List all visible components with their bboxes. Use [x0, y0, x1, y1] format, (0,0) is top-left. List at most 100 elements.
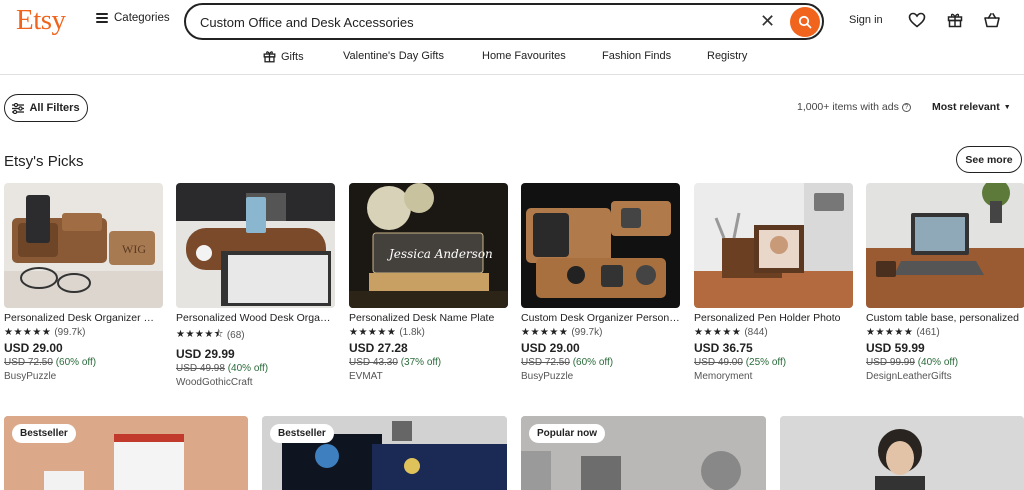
product-original-price: USD 43.30 (37% off) — [349, 357, 508, 368]
cart-bag-icon[interactable] — [982, 10, 1002, 30]
star-rating-icon: ★★★★★ — [521, 327, 569, 338]
review-count: (461) — [916, 327, 940, 338]
product-title[interactable]: Custom Desk Organizer Personalized — [521, 312, 680, 324]
star-rating-icon: ★★★★⯪ — [176, 329, 224, 340]
product-image[interactable]: Jessica Anderson — [349, 183, 508, 308]
all-filters-button[interactable]: All Filters — [4, 94, 88, 122]
header: Etsy Categories ✕ Sign in — [0, 0, 1024, 42]
product-rating: ★★★★★ (99.7k) — [4, 327, 163, 338]
product-rating: ★★★★⯪ (68) — [176, 327, 335, 344]
gift-icon — [263, 51, 276, 63]
product-title[interactable]: Custom table base, personalized — [866, 312, 1024, 324]
product-image[interactable] — [521, 183, 680, 308]
discount: (60% off) — [55, 357, 97, 368]
shop-name[interactable]: EVMAT — [349, 371, 508, 382]
original-price: USD 72.50 — [4, 357, 53, 368]
gift-icon[interactable] — [945, 10, 965, 30]
listing-card[interactable]: Popular now — [521, 416, 766, 490]
shop-name[interactable]: Memoryment — [694, 371, 853, 382]
product-title[interactable]: Personalized Wood Desk Organizer — [176, 312, 335, 324]
sort-label: Most relevant — [932, 101, 1000, 113]
shop-name[interactable]: DesignLeatherGifts — [866, 371, 1024, 382]
subnav-valentines[interactable]: Valentine's Day Gifts — [343, 50, 444, 62]
svg-text:Jessica Anderson: Jessica Anderson — [386, 247, 493, 261]
subnav-registry[interactable]: Registry — [707, 50, 747, 62]
product-image[interactable] — [866, 183, 1024, 308]
shop-name[interactable]: BusyPuzzle — [4, 371, 163, 382]
subnav-fashion-finds[interactable]: Fashion Finds — [602, 50, 671, 62]
items-count: 1,000+ items with ads ? — [797, 101, 911, 113]
product-card[interactable]: WIG Personalized Desk Organizer Wood ★★★… — [4, 183, 163, 382]
product-rating: ★★★★★ (1.8k) — [349, 327, 508, 338]
search-bar: ✕ — [184, 3, 824, 40]
product-price: USD 29.00 — [4, 341, 63, 355]
filter-sliders-icon — [12, 102, 25, 114]
listing-card[interactable]: Bestseller — [262, 416, 507, 490]
etsy-logo[interactable]: Etsy — [16, 4, 66, 37]
original-price: USD 99.99 — [866, 357, 915, 368]
product-card[interactable]: Personalized Pen Holder Photo ★★★★★ (844)… — [694, 183, 853, 382]
review-count: (99.7k) — [571, 327, 603, 338]
categories-label: Categories — [114, 12, 170, 24]
product-title[interactable]: Personalized Pen Holder Photo — [694, 312, 853, 324]
bestseller-badge: Bestseller — [12, 424, 76, 443]
product-original-price: USD 72.50 (60% off) — [4, 357, 163, 368]
product-price: USD 29.99 — [176, 347, 235, 361]
product-original-price: USD 99.99 (40% off) — [866, 357, 1024, 368]
product-image[interactable]: WIG — [4, 183, 163, 308]
caret-down-icon: ▼ — [1003, 103, 1011, 111]
discount: (25% off) — [745, 357, 787, 368]
sub-navigation: Gifts Valentine's Day Gifts Home Favouri… — [0, 46, 1024, 68]
original-price: USD 72.50 — [521, 357, 570, 368]
clear-search-icon[interactable]: ✕ — [760, 11, 775, 31]
review-count: (844) — [744, 327, 768, 338]
shop-name[interactable]: WoodGothicCraft — [176, 377, 335, 388]
product-image[interactable] — [694, 183, 853, 308]
categories-button[interactable]: Categories — [96, 12, 170, 24]
product-price: USD 27.28 — [349, 341, 408, 355]
review-count: (1.8k) — [399, 327, 425, 338]
subnav-home-favourites[interactable]: Home Favourites — [482, 50, 566, 62]
listing-card[interactable]: Bestseller — [4, 416, 248, 490]
product-rating: ★★★★★ (99.7k) — [521, 327, 680, 338]
original-price: USD 49.98 — [176, 363, 225, 374]
shop-name[interactable]: BusyPuzzle — [521, 371, 680, 382]
all-filters-label: All Filters — [29, 102, 80, 114]
product-title[interactable]: Personalized Desk Organizer Wood — [4, 312, 163, 324]
search-input[interactable] — [200, 13, 740, 31]
sign-in-link[interactable]: Sign in — [849, 14, 883, 26]
header-divider — [0, 74, 1024, 75]
info-icon[interactable]: ? — [901, 102, 911, 112]
product-original-price: USD 72.50 (60% off) — [521, 357, 680, 368]
star-rating-icon: ★★★★★ — [349, 327, 397, 338]
original-price: USD 49.00 — [694, 357, 743, 368]
product-card[interactable]: Jessica Anderson Personalized Desk Name … — [349, 183, 508, 382]
product-price: USD 29.00 — [521, 341, 580, 355]
product-rating: ★★★★★ (844) — [694, 327, 853, 338]
favorites-heart-icon[interactable] — [907, 10, 927, 30]
discount: (40% off) — [917, 357, 959, 368]
product-card[interactable]: Custom Desk Organizer Personalized ★★★★★… — [521, 183, 680, 382]
product-price: USD 59.99 — [866, 341, 925, 355]
product-image[interactable] — [176, 183, 335, 308]
sort-dropdown[interactable]: Most relevant ▼ — [932, 101, 1011, 113]
listing-image — [780, 416, 1024, 490]
original-price: USD 43.30 — [349, 357, 398, 368]
product-original-price: USD 49.98 (40% off) — [176, 363, 335, 374]
discount: (37% off) — [400, 357, 442, 368]
product-title[interactable]: Personalized Desk Name Plate — [349, 312, 508, 324]
subnav-gifts[interactable]: Gifts — [263, 50, 304, 63]
search-icon — [798, 15, 812, 29]
see-more-button[interactable]: See more — [956, 146, 1022, 173]
section-title: Etsy's Picks — [4, 153, 84, 170]
product-card[interactable]: Personalized Wood Desk Organizer ★★★★⯪ (6… — [176, 183, 335, 388]
product-card[interactable]: Custom table base, personalized ★★★★★ (46… — [866, 183, 1024, 382]
product-price: USD 36.75 — [694, 341, 753, 355]
product-original-price: USD 49.00 (25% off) — [694, 357, 853, 368]
svg-text:WIG: WIG — [122, 242, 146, 256]
subnav-gifts-label: Gifts — [281, 50, 304, 63]
search-button[interactable] — [790, 7, 820, 37]
popular-now-badge: Popular now — [529, 424, 605, 443]
discount: (40% off) — [227, 363, 269, 374]
listing-card[interactable] — [780, 416, 1024, 490]
